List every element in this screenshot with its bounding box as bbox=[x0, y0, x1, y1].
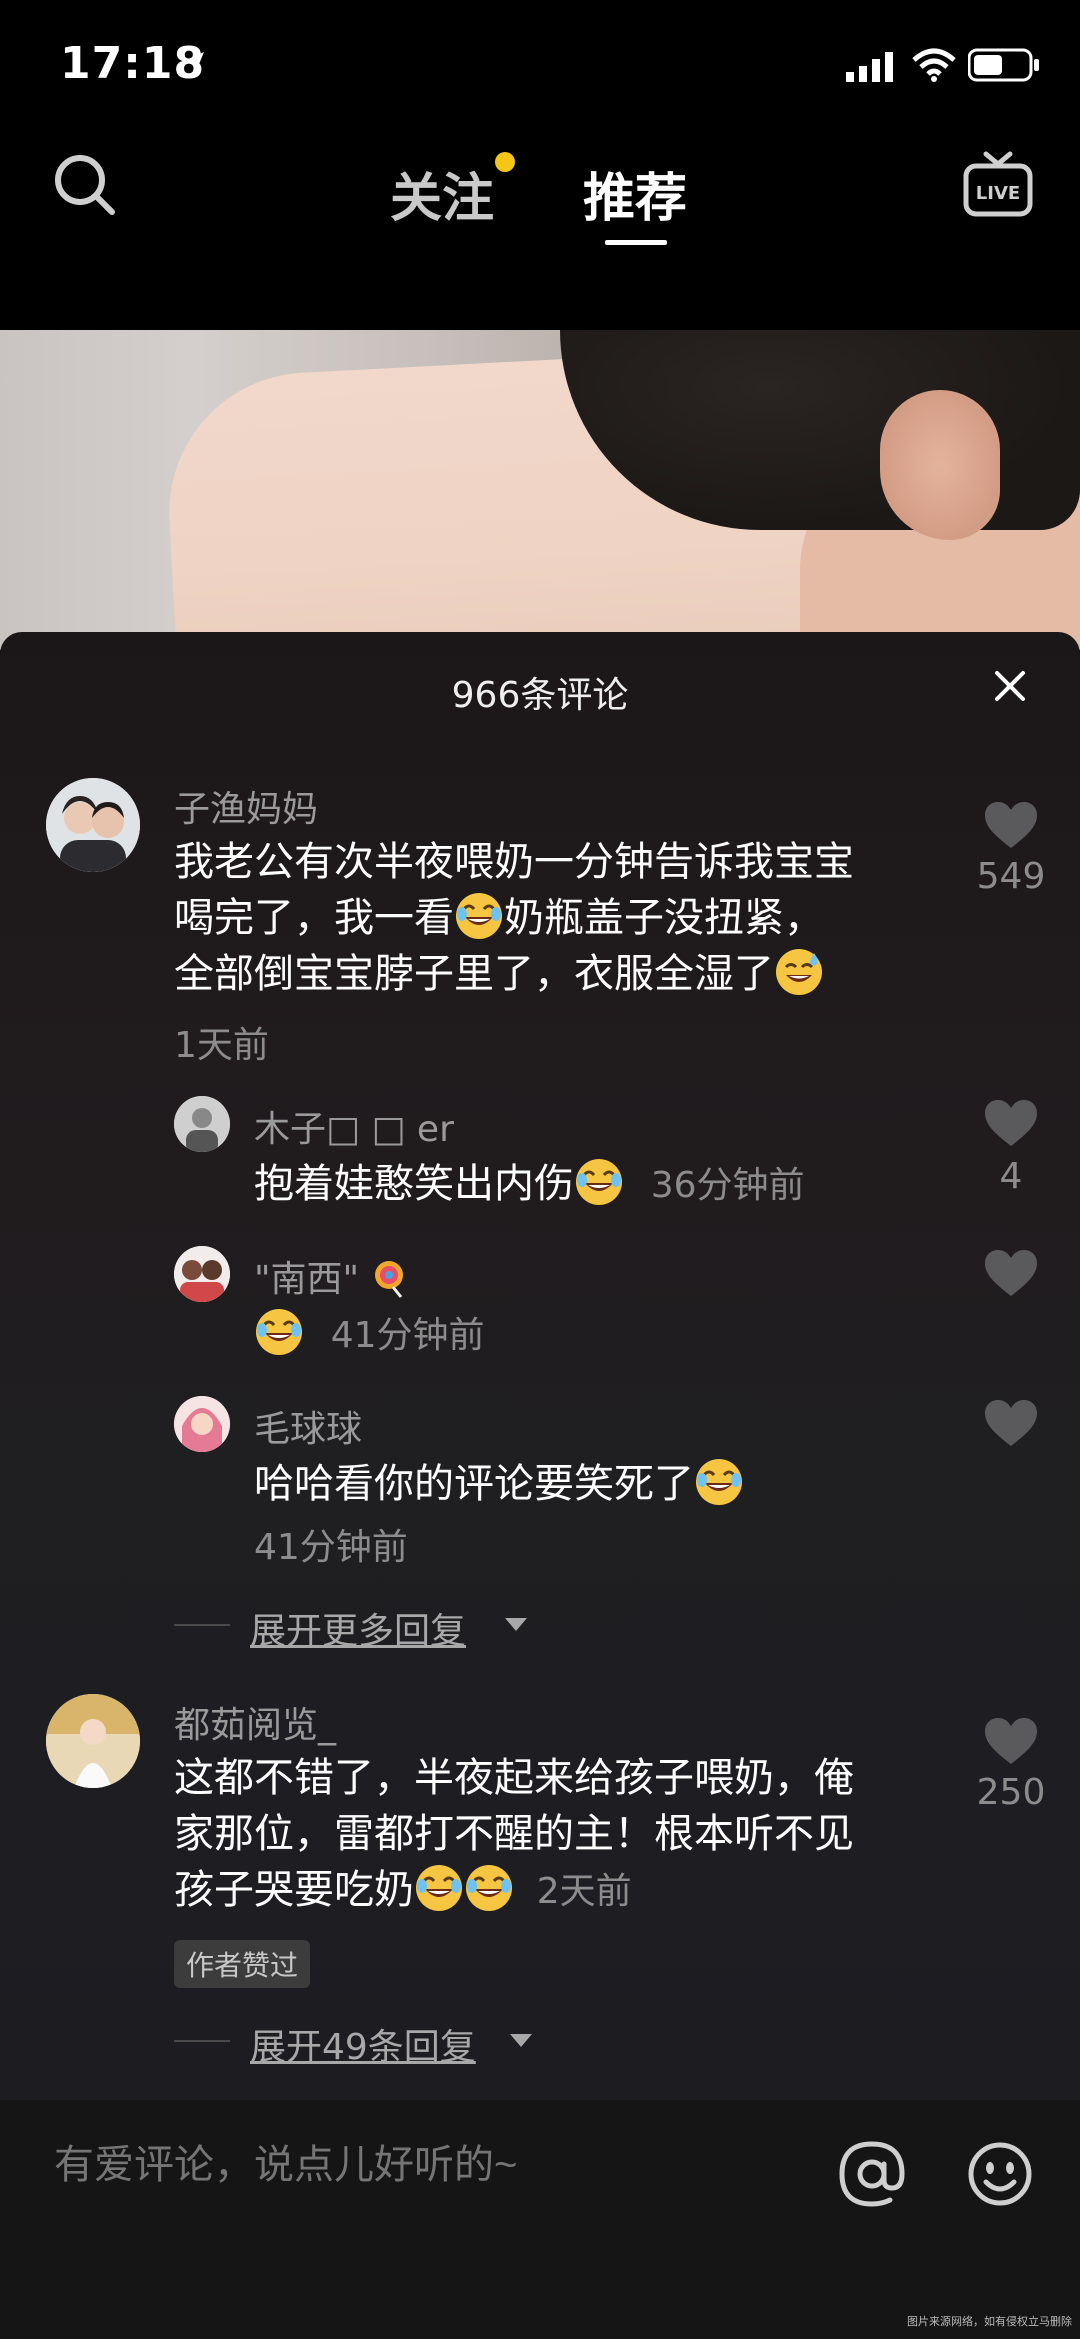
reply-username[interactable]: 毛球球 bbox=[254, 1400, 362, 1452]
wifi-icon bbox=[912, 48, 956, 82]
live-tv-icon[interactable]: LIVE bbox=[962, 150, 1034, 220]
like-heart-icon[interactable] bbox=[983, 1716, 1039, 1766]
chevron-down-icon bbox=[505, 1618, 527, 1631]
search-icon[interactable] bbox=[50, 150, 120, 220]
avatar-photo bbox=[174, 1396, 230, 1452]
reply-username[interactable]: "南西" bbox=[254, 1250, 407, 1302]
divider bbox=[174, 1624, 230, 1626]
avatar-photo bbox=[46, 778, 140, 872]
like-count: 549 bbox=[976, 856, 1046, 897]
like-count: 250 bbox=[976, 1772, 1046, 1813]
svg-text:LIVE: LIVE bbox=[976, 183, 1020, 204]
divider bbox=[174, 2040, 230, 2042]
battery-icon bbox=[968, 48, 1039, 82]
reply-username[interactable]: 木子□ □ er bbox=[254, 1100, 454, 1152]
video-frame[interactable] bbox=[0, 330, 1080, 650]
cellular-signal-icon bbox=[846, 52, 893, 82]
active-tab-indicator bbox=[605, 240, 667, 245]
laughing-crying-emoji-icon bbox=[254, 1307, 304, 1357]
like-count: 4 bbox=[999, 1156, 1023, 1197]
watermark: 图片来源网络，如有侵权立马删除 bbox=[907, 2315, 1072, 2328]
like-heart-icon[interactable] bbox=[983, 1398, 1039, 1448]
smiley-face-icon[interactable] bbox=[966, 2140, 1034, 2208]
avatar[interactable] bbox=[174, 1396, 230, 1452]
grinning-sweat-emoji-icon bbox=[774, 947, 824, 997]
reply-time: 41分钟前 bbox=[330, 1315, 485, 1356]
lollipop-emoji-icon bbox=[374, 1261, 403, 1298]
expand-replies-button[interactable]: 展开49条回复 bbox=[250, 2018, 476, 2070]
author-liked-badge: 作者赞过 bbox=[174, 1940, 311, 1988]
reply-text: 抱着娃憨笑出内伤 36分钟前 bbox=[254, 1156, 934, 1214]
avatar[interactable] bbox=[46, 1694, 140, 1788]
laughing-crying-emoji-icon bbox=[464, 1863, 514, 1913]
comment-count-title: 966条评论 bbox=[451, 675, 629, 716]
avatar-photo bbox=[174, 1096, 230, 1152]
avatar-photo bbox=[46, 1694, 140, 1788]
reply-time: 41分钟前 bbox=[254, 1527, 408, 1568]
tab-follow[interactable]: 关注 bbox=[390, 156, 494, 231]
comment-time: 1天前 bbox=[174, 1025, 269, 1066]
laughing-crying-emoji-icon bbox=[414, 1863, 464, 1913]
reply-text: 哈哈看你的评论要笑死了 bbox=[254, 1456, 934, 1512]
notification-dot bbox=[495, 152, 515, 172]
avatar[interactable] bbox=[174, 1096, 230, 1152]
laughing-crying-emoji-icon bbox=[454, 891, 504, 941]
avatar[interactable] bbox=[174, 1246, 230, 1302]
comment-time: 2天前 bbox=[536, 1871, 632, 1912]
comment-username[interactable]: 都茹阅览_ bbox=[174, 1696, 336, 1748]
avatar[interactable] bbox=[46, 778, 140, 872]
comment-text: 我老公有次半夜喂奶一分钟告诉我宝宝 喝完了，我一看 奶瓶盖子没扭紧， 全部倒宝宝脖… bbox=[174, 839, 854, 997]
reply-time: 36分钟前 bbox=[650, 1165, 805, 1206]
like-heart-icon[interactable] bbox=[983, 1098, 1039, 1148]
laughing-crying-emoji-icon bbox=[694, 1457, 744, 1507]
at-mention-icon[interactable] bbox=[838, 2140, 906, 2208]
status-bar: 17:18 bbox=[0, 0, 1080, 130]
location-arrow-icon bbox=[182, 52, 204, 74]
like-heart-icon[interactable] bbox=[983, 1248, 1039, 1298]
expand-more-replies-button[interactable]: 展开更多回复 bbox=[250, 1602, 466, 1654]
reply-text: 41分钟前 bbox=[254, 1306, 934, 1364]
tab-recommend[interactable]: 推荐 bbox=[583, 156, 687, 231]
avatar-photo bbox=[174, 1246, 230, 1302]
comment-input[interactable] bbox=[52, 2142, 816, 2189]
close-icon[interactable] bbox=[994, 670, 1026, 702]
comment-text: 这都不错了，半夜起来给孩子喂奶，俺 家那位，雷都打不醒的主！根本听不见 孩子哭要… bbox=[174, 1755, 854, 1913]
chevron-down-icon bbox=[510, 2034, 532, 2047]
comment-username[interactable]: 子渔妈妈 bbox=[174, 780, 318, 832]
laughing-crying-emoji-icon bbox=[574, 1157, 624, 1207]
comment-input-bar bbox=[0, 2100, 1080, 2339]
like-heart-icon[interactable] bbox=[983, 800, 1039, 850]
